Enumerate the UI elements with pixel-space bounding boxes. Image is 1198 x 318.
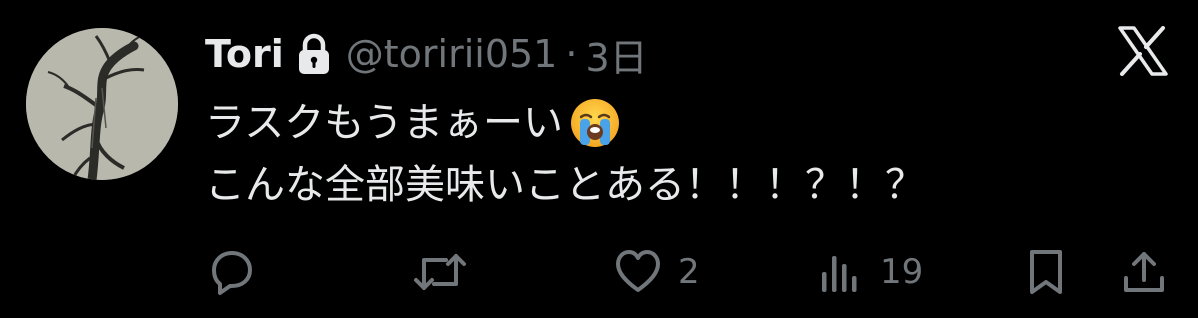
tweet-text-line-1: ラスクもうまぁーい bbox=[205, 100, 563, 146]
retweet-icon bbox=[412, 246, 468, 298]
heart-icon bbox=[612, 246, 664, 298]
user-handle[interactable]: @toririi051 bbox=[346, 32, 558, 76]
tweet-header: Tori @toririi051 · 3日 bbox=[205, 26, 648, 82]
lock-icon bbox=[296, 33, 332, 75]
avatar[interactable] bbox=[26, 28, 178, 180]
views-count: 19 bbox=[880, 252, 924, 292]
tweet-text: ラスクもうまぁーい こんな全部美味いことある！！！？！？ bbox=[205, 92, 925, 216]
bookmark-button[interactable] bbox=[1024, 240, 1068, 304]
share-button[interactable] bbox=[1120, 240, 1168, 304]
x-logo-icon[interactable] bbox=[1116, 26, 1170, 76]
action-bar: 2 19 bbox=[0, 240, 1198, 304]
tweet-card[interactable]: Tori @toririi051 · 3日 ラスクもうまぁーい こんな全部美味い… bbox=[0, 0, 1198, 318]
display-name[interactable]: Tori bbox=[205, 32, 284, 76]
loudly-crying-face-emoji bbox=[569, 97, 621, 149]
tweet-text-line-2: こんな全部美味いことある！！！？！？ bbox=[205, 162, 925, 208]
retweet-button[interactable] bbox=[412, 240, 468, 304]
reply-button[interactable] bbox=[206, 240, 258, 304]
avatar-tree-drawing bbox=[26, 28, 178, 180]
bookmark-icon bbox=[1024, 246, 1068, 298]
share-icon bbox=[1120, 246, 1168, 298]
views-icon bbox=[818, 246, 866, 298]
reply-icon bbox=[206, 246, 258, 298]
like-button[interactable]: 2 bbox=[612, 240, 700, 304]
separator-dot: · bbox=[565, 32, 578, 76]
views-button[interactable]: 19 bbox=[818, 240, 923, 304]
timestamp[interactable]: 3日 bbox=[585, 27, 647, 82]
like-count: 2 bbox=[678, 252, 700, 292]
